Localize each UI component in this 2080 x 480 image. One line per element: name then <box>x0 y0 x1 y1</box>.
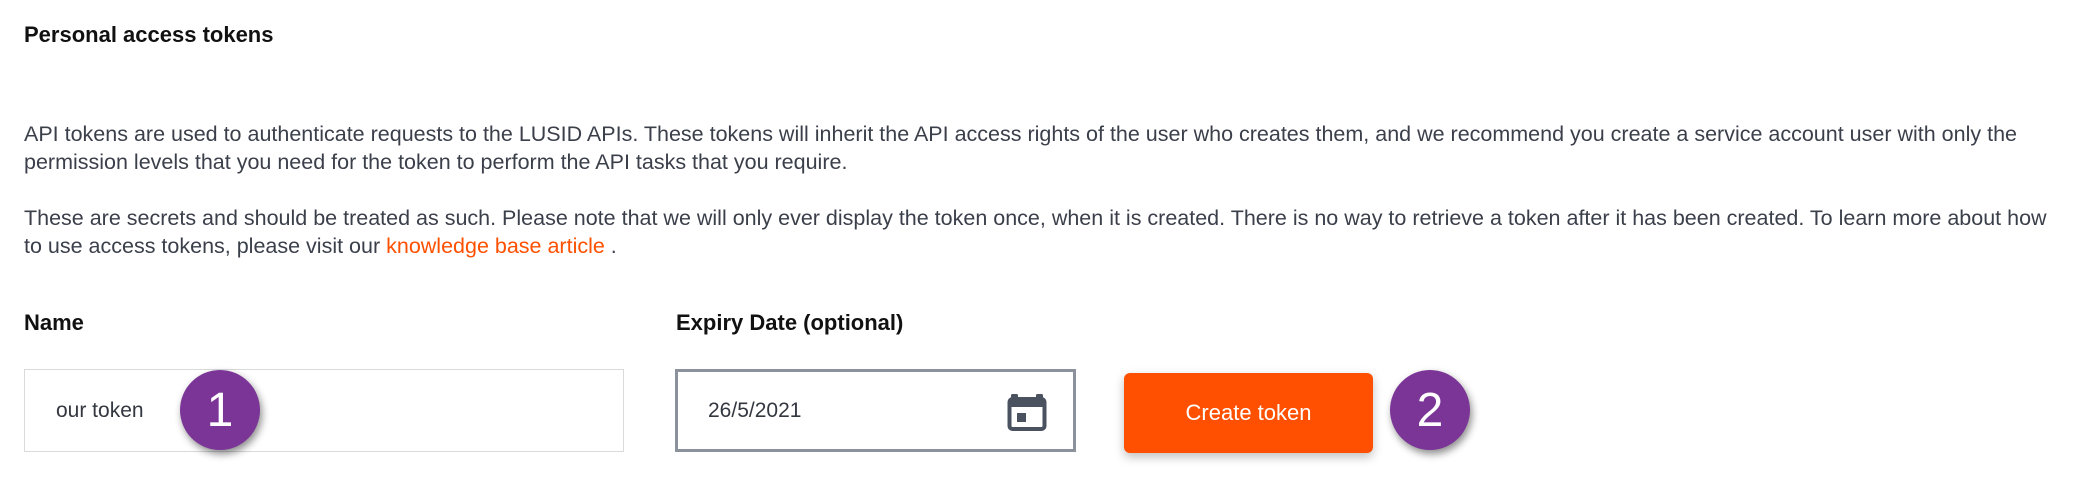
token-name-value: our token <box>56 398 144 422</box>
step-badge-2: 2 <box>1390 370 1470 450</box>
calendar-icon[interactable] <box>1007 390 1047 432</box>
name-label: Name <box>24 310 84 335</box>
token-name-input[interactable]: our token <box>24 369 624 452</box>
knowledge-base-link[interactable]: knowledge base article <box>386 234 605 258</box>
expiry-date-value: 26/5/2021 <box>708 398 802 422</box>
page-title: Personal access tokens <box>24 22 274 47</box>
expiry-date-input[interactable]: 26/5/2021 <box>675 369 1076 452</box>
step-badge-1: 1 <box>180 370 260 450</box>
description-paragraph-2: These are secrets and should be treated … <box>24 204 2064 260</box>
description-paragraph-2-suffix: . <box>604 234 617 258</box>
expiry-date-label: Expiry Date (optional) <box>676 310 904 335</box>
description-paragraph-1: API tokens are used to authenticate requ… <box>24 122 2017 174</box>
description-paragraph-2-text: These are secrets and should be treated … <box>24 206 2047 258</box>
create-token-button[interactable]: Create token <box>1124 373 1373 453</box>
